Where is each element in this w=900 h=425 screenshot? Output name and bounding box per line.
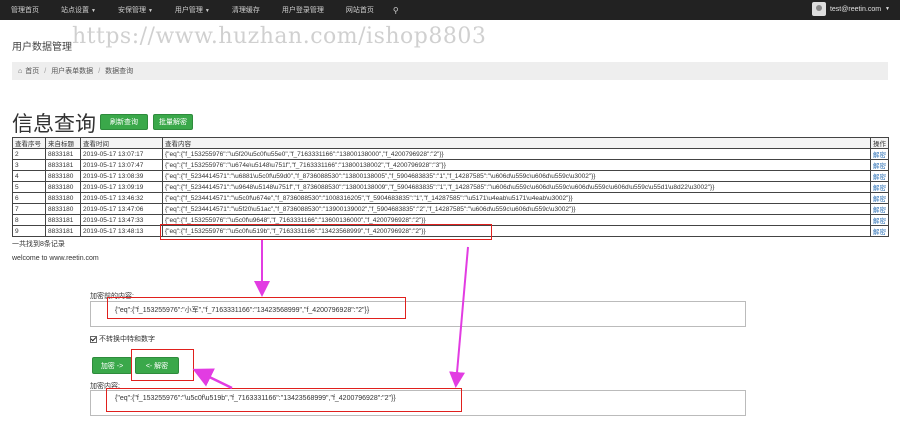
cell-id: 8 xyxy=(12,214,46,226)
nav-item-label: 网站首页 xyxy=(345,7,374,14)
records-table: 查看序号 来自标题 查看时间 查看内容 操作 2 8833181 2019-05-1… xyxy=(12,137,889,237)
nav-item-3[interactable]: 用户管理 ▼ xyxy=(164,5,221,15)
cell-source: 8833180 xyxy=(45,181,81,193)
cell-content: {"eq":{"f_5234414571":"\u5f20\u51ac","f_… xyxy=(162,203,871,215)
cell-source: 8833181 xyxy=(45,159,81,171)
cell-content: {"eq":{"f_5234414571":"\u6881\u5c0f\u59d… xyxy=(162,170,871,182)
caret-down-icon: ▼ xyxy=(147,8,153,14)
cell-id: 7 xyxy=(12,203,46,215)
watermark: https://www.huzhan.com/ishop8803 xyxy=(72,24,487,49)
cell-time: 2019-05-17 13:08:39 xyxy=(80,170,163,182)
home-icon: ⌂ xyxy=(18,67,23,75)
cell-source: 8833181 xyxy=(45,214,81,226)
nav-item-6[interactable]: 网站首页 xyxy=(335,5,385,15)
decrypt-link[interactable]: 解密 xyxy=(870,170,889,182)
cell-time: 2019-05-17 13:46:32 xyxy=(80,192,163,204)
record-count: 一共找到8条记录 xyxy=(12,241,65,248)
decrypt-link[interactable]: 解密 xyxy=(870,203,889,215)
nav-item-2[interactable]: 安保管理 ▼ xyxy=(107,5,164,15)
nav-item-label: 管理首页 xyxy=(11,7,39,14)
breadcrumb: ⌂ 首页 / 用户表单数据 / 数据查询 xyxy=(12,62,888,80)
cell-time: 2019-05-17 13:47:33 xyxy=(80,214,163,226)
cell-time: 2019-05-17 13:09:19 xyxy=(80,181,163,193)
cell-id: 2 xyxy=(12,148,46,160)
decrypt-link[interactable]: 解密 xyxy=(870,148,889,160)
user-avatar-icon xyxy=(811,2,826,16)
cell-content: {"eq":{"f_153255976":"\u674e\u5148\u751f… xyxy=(162,159,871,171)
cell-content: {"eq":{"f_5234414571":"\u9648\u5148\u751… xyxy=(162,181,871,193)
column-header-time: 查看时间 xyxy=(80,137,163,149)
nav-item-4[interactable]: 清理缓存 xyxy=(221,5,271,15)
no-convert-checkbox[interactable] xyxy=(90,335,97,343)
breadcrumb-form-data[interactable]: 用户表单数据 xyxy=(51,66,93,76)
cell-content: {"eq":{"f_153255976":"\u5f20\u5c0f\u55e0… xyxy=(162,148,871,160)
column-header-content: 查看内容 xyxy=(162,137,871,149)
highlight-box-plaintext xyxy=(107,297,406,319)
column-header-action: 操作 xyxy=(870,137,889,149)
chevron-down-icon: ▼ xyxy=(885,6,890,12)
caret-down-icon: ▼ xyxy=(204,8,210,14)
cell-id: 3 xyxy=(12,159,46,171)
decrypt-link[interactable]: 解密 xyxy=(870,181,889,193)
cell-time: 2019-05-17 13:48:13 xyxy=(80,225,163,237)
table-row: 3 8833181 2019-05-17 13:07:47 {"eq":{"f_153… xyxy=(12,159,889,171)
refresh-button[interactable]: 刷新查询 xyxy=(100,114,148,130)
breadcrumb-current: 数据查询 xyxy=(105,68,134,75)
page-subtitle: 用户数据管理 xyxy=(12,42,72,53)
highlight-box-decrypt xyxy=(131,349,194,381)
cell-source: 8833181 xyxy=(45,148,81,160)
cell-content: {"eq":{"f_5234414571":"\u5c0f\u674e","f_… xyxy=(162,192,871,204)
decrypt-link[interactable]: 解密 xyxy=(870,159,889,171)
nav-item-1[interactable]: 站点设置 ▼ xyxy=(50,5,107,15)
nav-item-label: 清理缓存 xyxy=(231,7,260,14)
caret-down-icon: ▼ xyxy=(91,8,96,14)
cell-id: 5 xyxy=(12,181,46,193)
cell-source: 8833180 xyxy=(45,192,81,204)
cell-source: 8833180 xyxy=(45,170,81,182)
table-header-row: 查看序号 来自标题 查看时间 查看内容 操作 xyxy=(12,137,889,149)
breadcrumb-separator: / xyxy=(98,67,101,75)
table-row: 6 8833180 2019-05-17 13:46:32 {"eq":{"f_523… xyxy=(12,192,889,204)
search-icon[interactable]: ⚲ xyxy=(385,6,407,15)
highlight-box-row9 xyxy=(160,224,492,240)
breadcrumb-separator: / xyxy=(44,67,47,75)
welcome-text: welcome to www.reetin.com xyxy=(12,255,99,262)
highlight-box-ciphertext xyxy=(106,388,462,412)
user-email: test@reetin.com xyxy=(829,5,882,13)
top-navbar: 管理首页 站点设置 ▼ 安保管理 ▼ 用户管理 ▼ 清理缓存 用户登录管理 网站首页 ⚲ test@… xyxy=(0,0,900,20)
nav-item-label: 安保管理 xyxy=(117,7,146,14)
decrypt-link[interactable]: 解密 xyxy=(870,225,889,237)
cell-id: 4 xyxy=(12,170,46,182)
user-menu[interactable]: test@reetin.com ▼ xyxy=(811,2,890,16)
cell-id: 6 xyxy=(12,192,46,204)
table-row: 4 8833180 2019-05-17 13:08:39 {"eq":{"f_523… xyxy=(12,170,889,182)
nav-item-label: 用户登录管理 xyxy=(281,7,324,14)
arrow-to-decrypt xyxy=(192,368,233,390)
decrypt-link[interactable]: 解密 xyxy=(870,192,889,204)
page-title: 信息查询 xyxy=(12,113,96,136)
nav-item-0[interactable]: 管理首页 xyxy=(0,5,50,15)
table-row: 5 8833180 2019-05-17 13:09:19 {"eq":{"f_523… xyxy=(12,181,889,193)
cell-time: 2019-05-17 13:47:06 xyxy=(80,203,163,215)
nav-item-label: 站点设置 xyxy=(61,7,89,14)
cell-id: 9 xyxy=(12,225,46,237)
cell-source: 8833180 xyxy=(45,203,81,215)
no-convert-label: 不转换中特和数字 xyxy=(99,336,155,343)
cell-time: 2019-05-17 13:07:17 xyxy=(80,148,163,160)
breadcrumb-home[interactable]: 首页 xyxy=(25,66,39,76)
cell-time: 2019-05-17 13:07:47 xyxy=(80,159,163,171)
nav-item-5[interactable]: 用户登录管理 xyxy=(271,5,335,15)
column-header-source: 来自标题 xyxy=(45,137,81,149)
nav-item-label: 用户管理 xyxy=(174,7,203,14)
encrypt-button[interactable]: 加密 -> xyxy=(92,357,132,374)
batch-decrypt-button[interactable]: 批量解密 xyxy=(153,114,193,130)
table-row: 2 8833181 2019-05-17 13:07:17 {"eq":{"f_153… xyxy=(12,148,889,160)
decrypt-link[interactable]: 解密 xyxy=(870,214,889,226)
table-row: 7 8833180 2019-05-17 13:47:06 {"eq":{"f_523… xyxy=(12,203,889,215)
cell-source: 8833181 xyxy=(45,225,81,237)
no-convert-option[interactable]: 不转换中特和数字 xyxy=(90,334,155,344)
column-header-id: 查看序号 xyxy=(12,137,46,149)
